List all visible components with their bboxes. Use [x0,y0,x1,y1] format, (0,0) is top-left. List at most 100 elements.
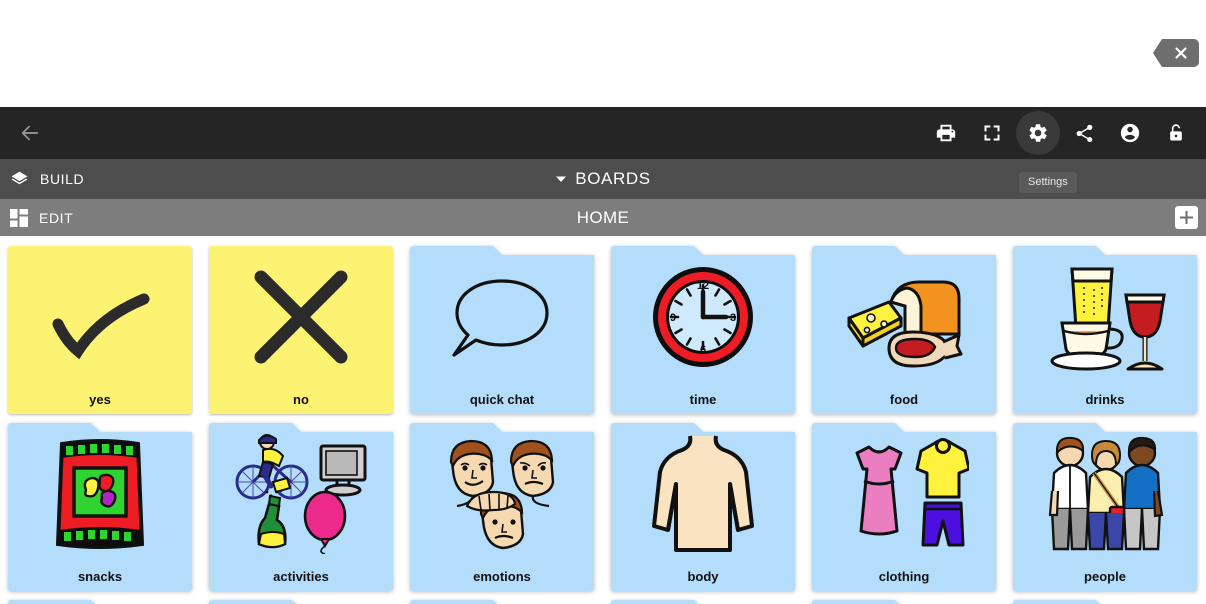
board-item-label: yes [89,392,111,407]
build-menu-button[interactable]: BUILD [10,170,84,189]
settings-button[interactable] [1016,111,1060,155]
board-item-row3-4[interactable] [611,600,795,604]
clock-number: 6 [700,344,706,356]
edit-bar: EDIT HOME [0,199,1206,236]
board-cell [804,590,1005,604]
board-item-snacks[interactable]: snacks [8,423,192,591]
board-item-clothing[interactable]: clothing [812,423,996,591]
board-cell [201,590,402,604]
board-item-label: activities [273,569,329,584]
board-cell: yes [0,236,201,414]
food-art [812,246,996,388]
board-row [0,590,1206,604]
clothing-art [812,423,996,565]
board-cell: drinks [1005,236,1206,414]
account-icon [1120,123,1140,143]
gear-icon [1029,124,1047,142]
print-icon [936,124,956,142]
drinks-art [1013,246,1197,388]
board-item-label: quick chat [469,392,535,407]
account-button[interactable] [1108,111,1152,155]
board-cell [1005,590,1206,604]
snacks-art [8,423,192,565]
fullscreen-icon [984,125,1000,141]
clock-art: 12 3 6 9 [611,246,795,388]
board-item-no[interactable]: no [209,246,393,414]
board-item-label: no [293,392,309,407]
board-cell [402,590,603,604]
people-art [1013,423,1197,565]
arrow-back-icon [21,125,39,141]
fullscreen-button[interactable] [970,111,1014,155]
board-item-row3-3[interactable] [410,600,594,604]
emotions-art [410,423,594,565]
board-item-label: people [1084,569,1126,584]
board-cell: 12 3 6 9 time [603,236,804,414]
board-item-activities[interactable]: activities [209,423,393,591]
folder-body [1013,600,1197,604]
board-row: snacks activities emotions body clothing… [0,413,1206,591]
add-board-button[interactable] [1175,206,1198,229]
board-cell: emotions [402,413,603,591]
unlock-icon [1170,124,1182,141]
boards-label: BOARDS [575,169,651,188]
checkmark-art [8,246,192,388]
folder-body [611,600,795,604]
close-icon [1174,47,1187,59]
board-item-row3-5[interactable] [812,600,996,604]
board-item-label: food [889,392,919,407]
activities-art [209,423,393,565]
board-item-body[interactable]: body [611,423,795,591]
board-item-label: clothing [878,569,930,584]
board-title-wrap: HOME [0,199,1206,236]
layers-icon [11,171,28,184]
back-button[interactable] [10,113,50,153]
board-cell: people [1005,413,1206,591]
share-icon [1076,124,1092,142]
board-row: yes no quick chat 12 3 6 9 time food dri… [0,236,1206,414]
settings-tooltip: Settings [1019,172,1077,193]
chevron-down-icon[interactable] [555,173,567,185]
folder-body [8,600,192,604]
board-item-label: time [689,392,717,407]
speech-bubble-art [410,246,594,388]
board-item-label: drinks [1085,392,1125,407]
board-item-people[interactable]: people [1013,423,1197,591]
board-item-label: emotions [473,569,531,584]
board-cell: no [201,236,402,414]
board-cell: snacks [0,413,201,591]
plus-icon [1180,211,1193,224]
print-button[interactable] [924,111,968,155]
board-item-yes[interactable]: yes [8,246,192,414]
folder-body [812,600,996,604]
board-cell [0,590,201,604]
body-art [611,423,795,565]
board-item-quick-chat[interactable]: quick chat [410,246,594,414]
clock-number: 9 [670,312,676,324]
window-top-strip [0,0,1206,107]
share-button[interactable] [1062,111,1106,155]
build-label: BUILD [40,171,85,187]
toolbar-actions [924,111,1198,155]
close-button[interactable] [1153,39,1199,67]
board-item-label: snacks [77,569,123,584]
page-title: HOME [576,207,630,227]
board-grid: yes no quick chat 12 3 6 9 time food dri… [0,236,1206,604]
cross-art [209,246,393,388]
board-cell: clothing [804,413,1005,591]
folder-body [209,600,393,604]
folder-body [410,600,594,604]
board-item-food[interactable]: food [812,246,996,414]
board-item-drinks[interactable]: drinks [1013,246,1197,414]
board-item-row3-1[interactable] [8,600,192,604]
app-toolbar [0,107,1206,159]
board-cell: food [804,236,1005,414]
board-item-row3-2[interactable] [209,600,393,604]
board-item-label: body [687,569,719,584]
clock-number: 3 [730,312,736,324]
board-item-time[interactable]: 12 3 6 9 time [611,246,795,414]
board-item-emotions[interactable]: emotions [410,423,594,591]
board-cell: activities [201,413,402,591]
board-item-row3-6[interactable] [1013,600,1197,604]
lock-button[interactable] [1154,111,1198,155]
